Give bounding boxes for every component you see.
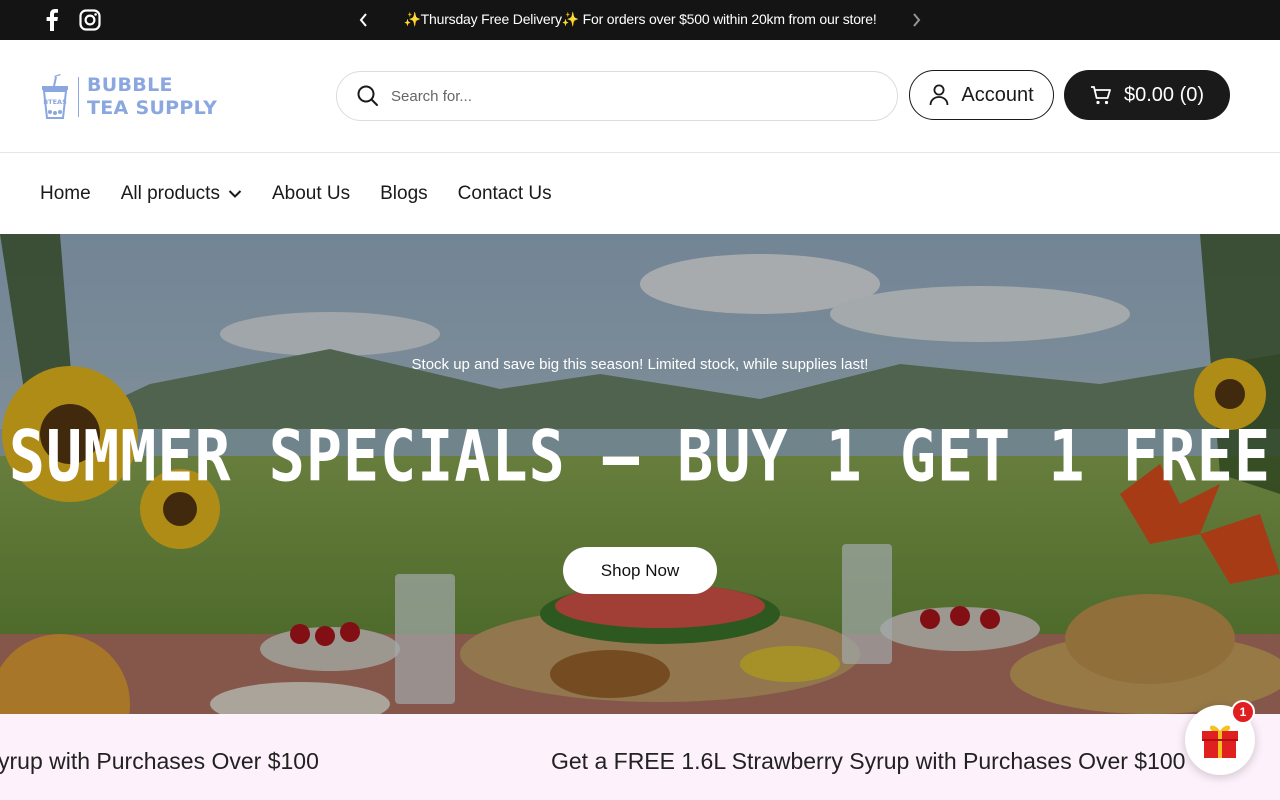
site-header: BTEAS BUBBLE TEA SUPPLY Account $0.00 (0… — [0, 40, 1280, 153]
promo-marquee: yrup with Purchases Over $100 Get a FREE… — [0, 714, 1280, 800]
nav-item-blogs[interactable]: Blogs — [380, 183, 428, 205]
account-button[interactable]: Account — [909, 70, 1054, 120]
logo-line-2: TEA SUPPLY — [87, 97, 218, 119]
marquee-item: yrup with Purchases Over $100 — [0, 748, 319, 774]
nav-item-about-us[interactable]: About Us — [272, 183, 350, 205]
main-nav: Home All products About Us Blogs Contact… — [0, 153, 1280, 234]
logo-text: BUBBLE TEA SUPPLY — [87, 74, 217, 120]
cart-label: $0.00 (0) — [1123, 83, 1205, 106]
logo-line-1: BUBBLE — [87, 74, 173, 96]
nav-item-all-products[interactable]: All products — [121, 183, 242, 205]
logo[interactable]: BTEAS BUBBLE TEA SUPPLY — [40, 72, 220, 122]
gift-icon — [1202, 725, 1238, 758]
nav-item-label: About Us — [271, 182, 351, 204]
nav-item-label: All products — [120, 182, 220, 204]
instagram-icon[interactable] — [78, 8, 102, 32]
announcement-prev-button[interactable] — [352, 8, 376, 32]
announcement-bar: ✨Thursday Free Delivery✨ For orders over… — [0, 0, 1280, 40]
chevron-right-icon — [913, 13, 921, 27]
nav-item-label: Home — [40, 182, 91, 204]
logo-mark: BTEAS — [43, 98, 67, 106]
hero-title: SUMMER SPECIALS – BUY 1 GET 1 FREE — [8, 415, 1272, 499]
search-icon[interactable] — [357, 85, 379, 107]
cart-button[interactable]: $0.00 (0) — [1064, 70, 1230, 120]
search-input[interactable] — [391, 87, 871, 105]
user-icon — [929, 84, 949, 106]
hero-subtitle: Stock up and save big this season! Limit… — [411, 356, 869, 373]
announcement-text: ✨Thursday Free Delivery✨ For orders over… — [403, 11, 877, 27]
account-label: Account — [961, 83, 1034, 106]
search-bar[interactable] — [336, 71, 898, 121]
announcement-next-button[interactable] — [904, 8, 928, 32]
nav-item-label: Contact Us — [457, 182, 552, 204]
logo-divider — [78, 77, 79, 117]
cart-icon — [1090, 86, 1111, 105]
hero-banner: Stock up and save big this season! Limit… — [0, 234, 1280, 714]
nav-item-contact-us[interactable]: Contact Us — [458, 183, 552, 205]
nav-item-label: Blogs — [380, 182, 428, 204]
shop-now-button[interactable]: Shop Now — [563, 547, 717, 594]
chevron-left-icon — [359, 13, 367, 27]
social-links — [40, 8, 102, 32]
bubble-tea-cup-icon: BTEAS — [42, 74, 68, 119]
nav-item-home[interactable]: Home — [40, 183, 91, 205]
gift-badge: 1 — [1231, 700, 1255, 724]
facebook-icon[interactable] — [40, 8, 64, 32]
chevron-down-icon — [228, 189, 242, 198]
marquee-item: Get a FREE 1.6L Strawberry Syrup with Pu… — [551, 748, 1186, 774]
